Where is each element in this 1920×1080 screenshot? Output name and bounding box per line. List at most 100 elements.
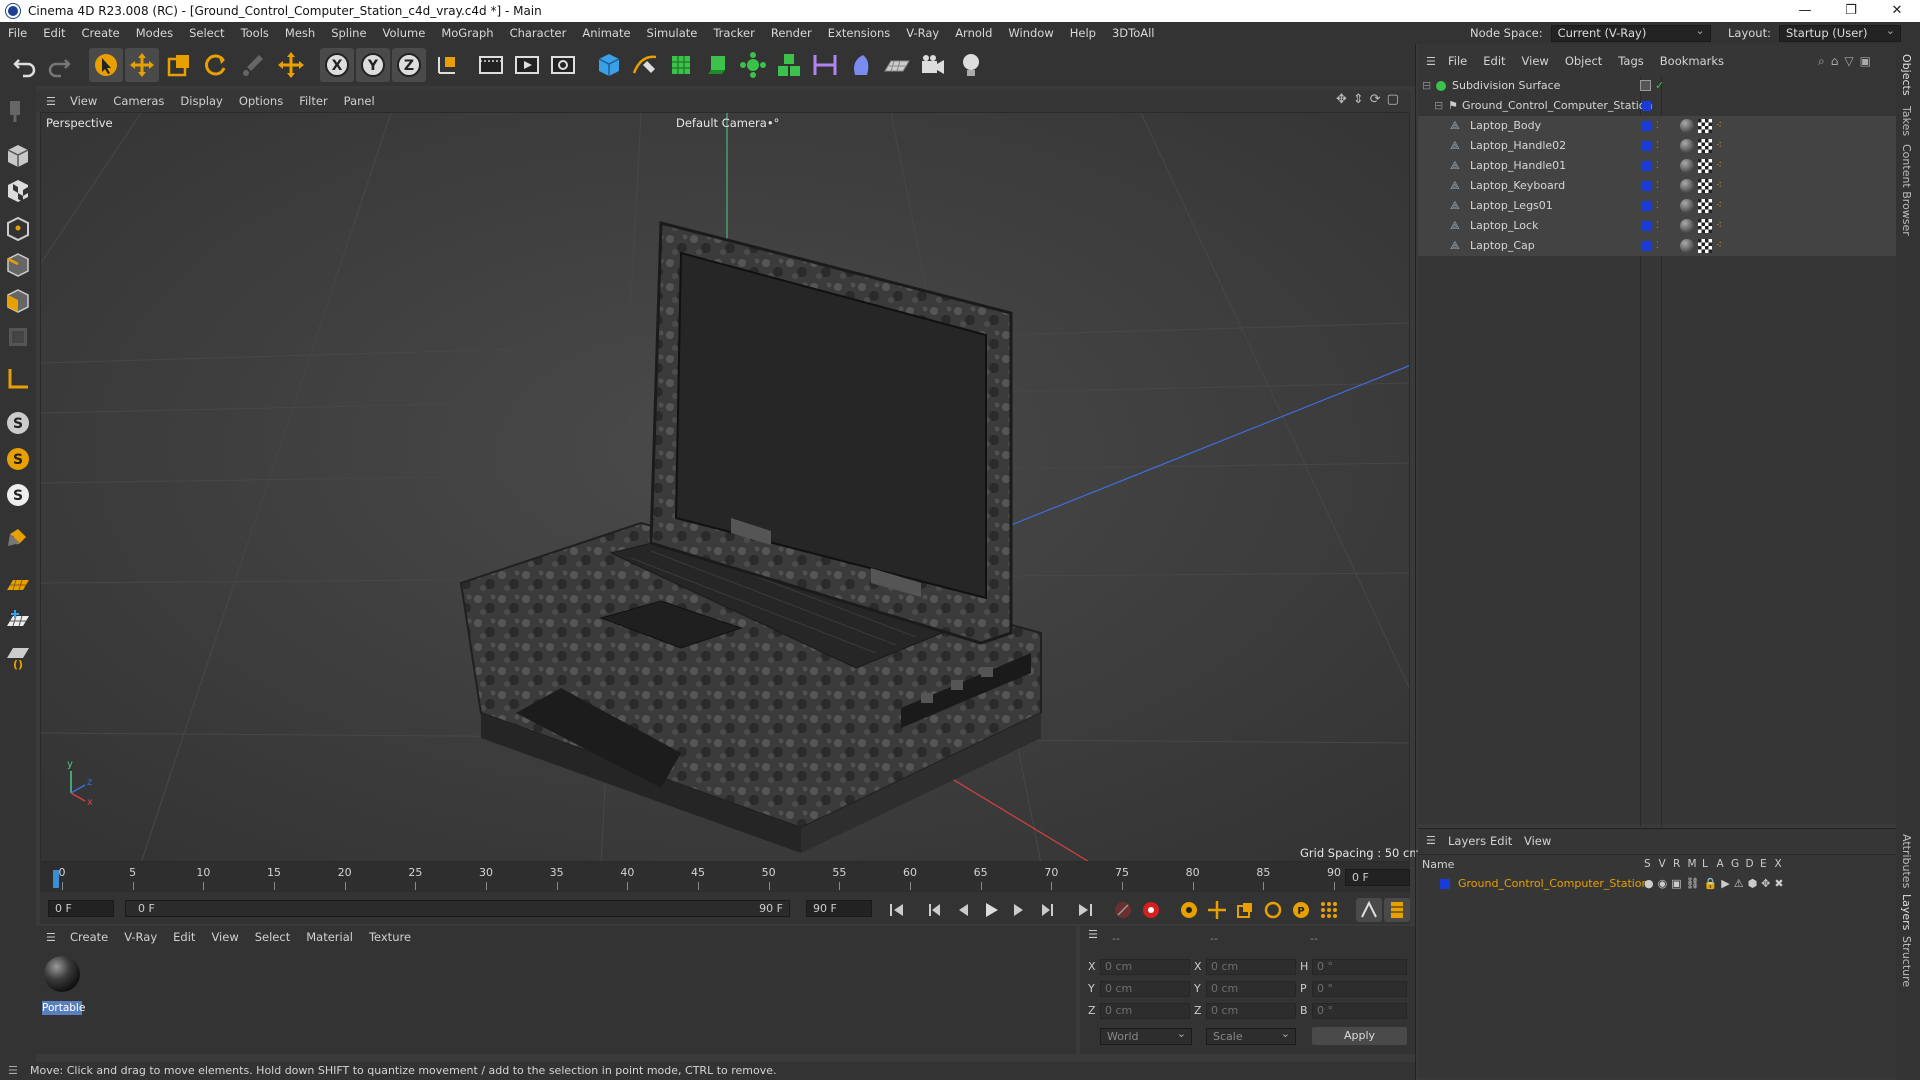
layer-color-swatch[interactable]: [1642, 201, 1651, 211]
material-tag-icon[interactable]: [1680, 179, 1694, 193]
rotate-icon[interactable]: [198, 48, 232, 82]
material-menu-vray[interactable]: V-Ray: [116, 930, 165, 944]
collapse-icon[interactable]: ⊟: [1434, 96, 1443, 116]
3d-viewport[interactable]: y z x: [40, 112, 1410, 862]
menu-volume[interactable]: Volume: [375, 26, 434, 40]
phong-tag-icon[interactable]: ⁖: [1716, 116, 1722, 136]
rotation-p-field[interactable]: 0 °: [1312, 981, 1407, 997]
viewport-projection-label[interactable]: Perspective: [46, 116, 113, 130]
size-x-field[interactable]: 0 cm: [1206, 959, 1296, 975]
layer-color-swatch[interactable]: [1642, 101, 1651, 111]
viewport-menu-options[interactable]: Options: [231, 94, 291, 108]
layer-column-header[interactable]: R: [1673, 858, 1680, 870]
menu-3dtoall[interactable]: 3DToAll: [1104, 26, 1163, 40]
cloner-alt-icon[interactable]: [772, 48, 806, 82]
layer-color-swatch[interactable]: [1642, 141, 1651, 151]
hamburger-icon[interactable]: ☰: [1426, 834, 1436, 847]
viewport-camera-label[interactable]: Default Camera•°: [676, 116, 779, 130]
viewport-nav-icons[interactable]: ✥⇕⟳▢: [1336, 92, 1405, 107]
hamburger-icon[interactable]: ☰: [1418, 55, 1440, 68]
layer-column-header[interactable]: A: [1717, 858, 1724, 870]
workplane-icon[interactable]: [3, 570, 33, 600]
node-space-select[interactable]: Current (V-Ray): [1550, 23, 1711, 42]
timeline-layout-icon[interactable]: [1384, 898, 1410, 922]
material-tag-icon[interactable]: [1680, 239, 1694, 253]
uvw-tag-icon[interactable]: [1698, 199, 1712, 213]
play-icon[interactable]: [978, 898, 1004, 922]
position-y-field[interactable]: 0 cm: [1100, 981, 1190, 997]
material-tag-icon[interactable]: [1680, 119, 1694, 133]
viewport-menu-display[interactable]: Display: [172, 94, 230, 108]
visibility-dots-icon[interactable]: ⁚: [1656, 196, 1659, 216]
layer-column-header[interactable]: V: [1659, 858, 1666, 870]
material-tag-icon[interactable]: [1680, 219, 1694, 233]
menu-file[interactable]: File: [0, 26, 35, 40]
rotation-h-field[interactable]: 0 °: [1312, 959, 1407, 975]
x-axis-icon[interactable]: X: [320, 48, 354, 82]
motion-mode-icon[interactable]: [1356, 898, 1382, 922]
layer-color-swatch[interactable]: [1440, 879, 1450, 889]
autokey-icon[interactable]: [1176, 898, 1202, 922]
size-y-field[interactable]: 0 cm: [1206, 981, 1296, 997]
coordinate-space-select[interactable]: World: [1100, 1026, 1192, 1045]
tab-takes[interactable]: Takes: [1900, 106, 1913, 136]
menu-edit[interactable]: Edit: [35, 26, 73, 40]
workplane-lock-icon[interactable]: (): [3, 642, 33, 672]
menu-simulate[interactable]: Simulate: [639, 26, 706, 40]
uvw-tag-icon[interactable]: [1698, 119, 1712, 133]
uvw-tag-icon[interactable]: [1698, 219, 1712, 233]
viewport-menu-panel[interactable]: Panel: [336, 94, 383, 108]
phong-tag-icon[interactable]: ⁖: [1716, 236, 1722, 256]
menu-tracker[interactable]: Tracker: [705, 26, 763, 40]
paint-icon[interactable]: [3, 96, 33, 126]
frame-ruler[interactable]: 0 5 10 15 20 25 30 35 40 45 50 55 60 65 70 75 80 85 90: [50, 864, 1341, 890]
menu-select[interactable]: Select: [181, 26, 232, 40]
menu-extensions[interactable]: Extensions: [820, 26, 898, 40]
object-row[interactable]: ⟁ Laptop_Handle01 ⁚ ⁖: [1418, 156, 1896, 176]
layer-column-header[interactable]: E: [1760, 858, 1767, 870]
key-scale-icon[interactable]: [1232, 898, 1258, 922]
visibility-dots-icon[interactable]: ⁚: [1656, 116, 1659, 136]
polygon-mode-icon[interactable]: [3, 286, 33, 316]
playhead[interactable]: [53, 870, 59, 888]
layer-color-swatch[interactable]: [1642, 181, 1651, 191]
visibility-dots-icon[interactable]: ⁚: [1656, 236, 1659, 256]
object-row[interactable]: ⟁ Laptop_Cap ⁚ ⁖: [1418, 236, 1896, 256]
phong-tag-icon[interactable]: ⁖: [1716, 196, 1722, 216]
hamburger-icon[interactable]: ☰: [36, 931, 62, 944]
visibility-dots-icon[interactable]: ⁚: [1656, 216, 1659, 236]
maximize-button[interactable]: ❐: [1828, 0, 1874, 22]
select-icon[interactable]: [89, 48, 123, 82]
timeline-end-field[interactable]: 0 F: [1345, 869, 1410, 886]
menu-mesh[interactable]: Mesh: [277, 26, 323, 40]
layer-color-swatch[interactable]: [1642, 241, 1651, 251]
prev-key-icon[interactable]: [922, 898, 948, 922]
layer-checkbox[interactable]: [1640, 80, 1651, 91]
uvw-tag-icon[interactable]: [1698, 239, 1712, 253]
model-mode-icon[interactable]: [3, 141, 33, 171]
tab-content-browser[interactable]: Content Browser: [1900, 144, 1913, 236]
deformer-icon[interactable]: [844, 48, 878, 82]
object-row[interactable]: ⊟ Subdivision Surface ✓: [1418, 76, 1896, 96]
object-menu-view[interactable]: View: [1514, 54, 1557, 68]
tab-objects[interactable]: Objects: [1900, 54, 1913, 96]
phong-tag-icon[interactable]: ⁖: [1716, 216, 1722, 236]
z-axis-icon[interactable]: Z: [392, 48, 426, 82]
layer-color-swatch[interactable]: [1642, 221, 1651, 231]
render-settings-icon[interactable]: [546, 48, 580, 82]
key-param-icon[interactable]: P: [1288, 898, 1314, 922]
y-axis-icon[interactable]: Y: [356, 48, 390, 82]
minimize-button[interactable]: —: [1782, 0, 1828, 22]
key-pla-icon[interactable]: [1316, 898, 1342, 922]
current-frame-field[interactable]: 0 F: [48, 900, 114, 917]
material-tag-icon[interactable]: [1680, 139, 1694, 153]
go-to-start-icon[interactable]: [884, 898, 910, 922]
menu-vray[interactable]: V-Ray: [898, 26, 947, 40]
material-menu-edit[interactable]: Edit: [165, 930, 203, 944]
hamburger-icon[interactable]: ☰: [8, 1062, 18, 1080]
layer-row[interactable]: Ground_Control_Computer_Station ●◉▣⛓🔒▶⚠⬢…: [1418, 874, 1896, 894]
menu-tools[interactable]: Tools: [233, 26, 277, 40]
object-menu-file[interactable]: File: [1440, 54, 1475, 68]
pen-icon[interactable]: [628, 48, 662, 82]
position-x-field[interactable]: 0 cm: [1100, 959, 1190, 975]
